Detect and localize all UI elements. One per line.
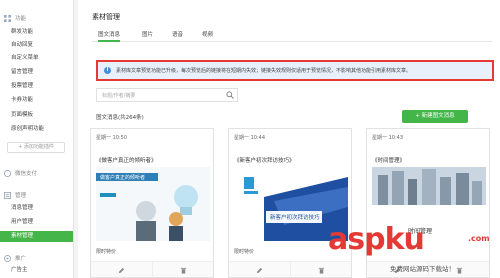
sidebar-item-mass-send[interactable]: 群发功能 <box>0 27 73 38</box>
card-date: 星期一 10:50 <box>96 135 127 141</box>
sidebar-section-pay[interactable]: 微信支付 <box>0 167 74 179</box>
tab-voice[interactable]: 语音 <box>172 30 183 42</box>
sidebar-item-vote[interactable]: 投票管理 <box>0 81 73 92</box>
wallet-icon <box>4 169 11 177</box>
sidebar-item-advertiser[interactable]: 广告主 <box>0 265 73 276</box>
add-plugin-button[interactable]: + 添加功能插件 <box>7 142 65 153</box>
site-watermark: aspku .com 免费网站源码下载站！ <box>322 222 500 278</box>
watermark-logo: aspku <box>328 222 425 257</box>
card-cover-image[interactable]: 做客户真正的倾听者 <box>96 167 210 241</box>
pencil-icon <box>118 267 125 273</box>
notice-text: 素材库文章预览功能已升级，每次预览后的链接将在短期内失效；链接失效规则仅适用于预… <box>116 68 412 74</box>
sidebar-section-manage[interactable]: 管理 <box>0 189 74 201</box>
trash-icon <box>180 267 186 274</box>
sidebar-item-coupon[interactable]: 卡券功能 <box>0 95 73 106</box>
sidebar: 功能 群发功能 自动回复 自定义菜单 留言管理 投票管理 卡券功能 页面模板 原… <box>0 0 74 278</box>
card-date: 星期一 10:43 <box>372 135 403 141</box>
article-count: 图文消息(共264条) <box>96 115 144 121</box>
watermark-slogan: 免费网站源码下载站！ <box>390 265 455 273</box>
sidebar-section-promo[interactable]: 推广 <box>0 252 74 264</box>
promo-icon <box>4 254 11 262</box>
manage-icon <box>4 191 11 199</box>
edit-button[interactable] <box>229 262 290 278</box>
article-card[interactable]: 星期一 10:50 《做客户真正的倾听者》 做客户真正的倾听者 限时特价 <box>90 128 214 278</box>
sidebar-section-label: 功能 <box>15 16 27 22</box>
tab-articles[interactable]: 图文消息 <box>98 30 121 42</box>
sidebar-item-auto-reply[interactable]: 自动回复 <box>0 40 73 51</box>
watermark-domain: .com <box>468 234 490 243</box>
card-title: 《新客户初次拜访技巧》 <box>234 158 295 164</box>
edit-button[interactable] <box>91 262 152 278</box>
sidebar-item-original-claim[interactable]: 原创声明功能 <box>0 124 73 135</box>
sidebar-item-materials[interactable]: 素材管理 <box>0 231 73 242</box>
card-title: 《时间管理》 <box>372 158 406 164</box>
card-subtitle: 限时特价 <box>96 249 117 255</box>
card-actions <box>91 261 213 278</box>
search-icon[interactable] <box>223 89 237 101</box>
tab-bar: 图文消息 图片 语音 视频 <box>92 28 492 42</box>
notice-banner: i 素材库文章预览功能已升级，每次预览后的链接将在短期内失效；链接失效规则仅适用… <box>96 60 494 81</box>
sidebar-item-page-template[interactable]: 页面模板 <box>0 110 73 121</box>
info-icon: i <box>104 67 111 74</box>
sidebar-item-custom-menu[interactable]: 自定义菜单 <box>0 53 73 64</box>
sidebar-section-label: 微信支付 <box>15 171 38 177</box>
search-input[interactable]: 标题/作者/摘要 <box>96 88 238 102</box>
sidebar-section-function[interactable]: 功能 <box>0 12 74 24</box>
card-title: 《做客户真正的倾听者》 <box>96 158 157 164</box>
grid-icon <box>4 14 11 22</box>
tab-video[interactable]: 视频 <box>202 30 213 42</box>
sidebar-section-label: 管理 <box>15 193 27 199</box>
card-banner-text: 新客户初次拜访技巧 <box>270 213 320 221</box>
pencil-icon <box>256 267 263 273</box>
sidebar-section-label: 推广 <box>15 256 27 262</box>
new-article-button[interactable]: + 新建图文消息 <box>402 110 468 123</box>
sidebar-item-users[interactable]: 用户管理 <box>0 217 73 228</box>
sidebar-item-messages[interactable]: 消息管理 <box>0 203 73 214</box>
delete-button[interactable] <box>152 262 213 278</box>
page-title: 素材管理 <box>92 13 120 21</box>
card-date: 星期一 10:44 <box>234 135 265 141</box>
search-placeholder: 标题/作者/摘要 <box>102 92 136 99</box>
card-banner-text: 做客户真正的倾听者 <box>100 174 145 181</box>
card-subtitle: 限时特价 <box>234 249 255 255</box>
sidebar-item-comments[interactable]: 留言管理 <box>0 67 73 78</box>
tab-images[interactable]: 图片 <box>142 30 153 42</box>
